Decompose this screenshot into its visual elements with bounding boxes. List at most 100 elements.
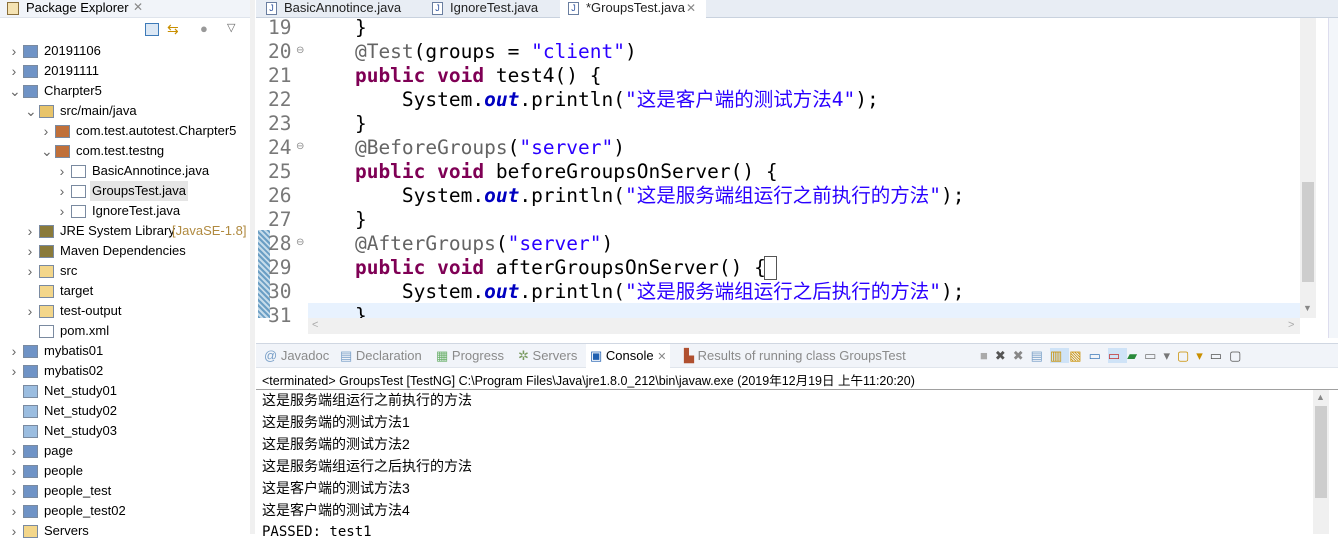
chevron-down-icon[interactable]: ⌄ bbox=[25, 101, 37, 121]
closed-project-icon bbox=[23, 405, 38, 418]
chevron-down-icon[interactable]: ⌄ bbox=[9, 81, 21, 101]
remove-launch-icon[interactable]: ✖ bbox=[995, 348, 1013, 363]
editor-hscrollbar[interactable]: < > bbox=[308, 318, 1300, 334]
chevron-right-icon[interactable]: › bbox=[57, 201, 67, 221]
terminate-icon[interactable]: ■ bbox=[980, 348, 995, 363]
pin-console-icon[interactable]: ▰ bbox=[1127, 348, 1144, 363]
tree-item[interactable]: › test-output bbox=[0, 301, 250, 321]
tree-item[interactable]: › BasicAnnotince.java bbox=[0, 161, 250, 181]
tab-ignoretest[interactable]: J IgnoreTest.java bbox=[424, 0, 558, 18]
console-vscrollbar[interactable]: ▲ bbox=[1313, 390, 1329, 534]
show-on-stdout-icon[interactable]: ▭ bbox=[1089, 348, 1108, 363]
closed-project-icon bbox=[23, 385, 38, 398]
maximize-icon[interactable]: ▢ bbox=[1229, 348, 1248, 363]
link-with-editor-icon[interactable]: ⇆ bbox=[167, 21, 179, 38]
chevron-right-icon[interactable]: › bbox=[9, 341, 19, 361]
chevron-right-icon[interactable]: › bbox=[9, 461, 19, 481]
tree-item[interactable]: ⌄ src/main/java bbox=[0, 101, 250, 121]
chevron-right-icon[interactable]: › bbox=[9, 361, 19, 381]
clear-console-icon[interactable]: ▤ bbox=[1031, 348, 1050, 363]
tree-item[interactable]: target bbox=[0, 281, 250, 301]
tree-item[interactable]: ⌄ Charpter5 bbox=[0, 81, 250, 101]
chevron-right-icon[interactable]: › bbox=[41, 121, 51, 141]
tab-groupstest[interactable]: J *GroupsTest.java ✕ bbox=[560, 0, 706, 18]
fold-icon[interactable]: ⊖ bbox=[296, 141, 304, 152]
close-tab-icon[interactable]: ✕ bbox=[686, 0, 696, 16]
tree-item[interactable]: › src bbox=[0, 261, 250, 281]
fold-icon[interactable]: ⊖ bbox=[296, 237, 304, 248]
tree-item[interactable]: › 20191111 bbox=[0, 61, 250, 81]
tree-item[interactable]: › people_test bbox=[0, 481, 250, 501]
tree-item[interactable]: Net_study03 bbox=[0, 421, 250, 441]
tree-item[interactable]: ⌄ com.test.testng bbox=[0, 141, 250, 161]
chevron-down-icon[interactable]: ⌄ bbox=[41, 141, 53, 161]
chevron-right-icon[interactable]: › bbox=[9, 481, 19, 501]
folder-icon bbox=[39, 305, 54, 318]
tree-item[interactable]: › people_test02 bbox=[0, 501, 250, 521]
show-on-stderr-icon[interactable]: ▭ bbox=[1107, 348, 1128, 363]
code-token: @AfterGroups bbox=[308, 232, 496, 255]
minimize-icon[interactable]: ▭ bbox=[1210, 348, 1229, 363]
line-number: 22 bbox=[268, 88, 292, 111]
code-token: ) bbox=[625, 40, 637, 63]
code-token: out bbox=[484, 184, 520, 207]
code-token: ); bbox=[941, 184, 965, 207]
collapse-all-icon[interactable] bbox=[145, 23, 159, 36]
scroll-lock-icon[interactable]: ▥ bbox=[1049, 348, 1070, 363]
chevron-right-icon[interactable]: › bbox=[9, 521, 19, 541]
tab-declaration[interactable]: ▤ Declaration bbox=[340, 348, 422, 364]
code-token: "这是服务端组运行之后执行的方法" bbox=[625, 280, 941, 303]
package-explorer-title: Package Explorer bbox=[26, 0, 129, 15]
console-line: 这是服务端组运行之前执行的方法 bbox=[262, 392, 472, 408]
tree-item[interactable]: › Servers bbox=[0, 521, 250, 541]
view-menu-icon[interactable]: ▽ bbox=[227, 21, 235, 34]
tree-item[interactable]: Net_study02 bbox=[0, 401, 250, 421]
tree-item[interactable]: › Maven Dependencies bbox=[0, 241, 250, 261]
close-tab-icon[interactable]: ✕ bbox=[657, 351, 666, 363]
tree-item[interactable]: › mybatis02 bbox=[0, 361, 250, 381]
tree-item[interactable]: › mybatis01 bbox=[0, 341, 250, 361]
tree-item[interactable]: › people bbox=[0, 461, 250, 481]
chevron-right-icon[interactable]: › bbox=[9, 41, 19, 61]
chevron-right-icon[interactable]: › bbox=[9, 61, 19, 81]
chevron-right-icon[interactable]: › bbox=[57, 181, 67, 201]
tree-item[interactable]: Net_study01 bbox=[0, 381, 250, 401]
tree-item-label: page bbox=[44, 443, 73, 458]
tree-item[interactable]: pom.xml bbox=[0, 321, 250, 341]
web-project-icon bbox=[23, 345, 38, 358]
tab-javadoc[interactable]: @ Javadoc bbox=[264, 348, 329, 363]
bracket-match-box bbox=[764, 256, 777, 280]
console-line: 这是服务端组运行之后执行的方法 bbox=[262, 458, 472, 474]
tab-servers[interactable]: ✲ Servers bbox=[518, 348, 577, 364]
chevron-right-icon[interactable]: › bbox=[25, 301, 35, 321]
remove-all-icon[interactable]: ✖ bbox=[1013, 348, 1031, 363]
console-line: 这是服务端的测试方法1 bbox=[262, 414, 410, 430]
source-folder-icon bbox=[39, 105, 54, 118]
tab-progress[interactable]: ▦ Progress bbox=[436, 348, 504, 364]
tree-item[interactable]: › JRE System Library [JavaSE-1.8] bbox=[0, 221, 250, 241]
focus-icon[interactable]: ● bbox=[200, 21, 208, 36]
close-view-icon[interactable]: ✕ bbox=[133, 0, 143, 14]
tree-scrollbar[interactable] bbox=[250, 0, 255, 534]
tab-testng-results[interactable]: ▙ Results of running class GroupsTest bbox=[684, 348, 906, 364]
code-token: out bbox=[484, 280, 520, 303]
tree-item[interactable]: › GroupsTest.java bbox=[0, 181, 250, 201]
word-wrap-icon[interactable]: ▧ bbox=[1069, 348, 1088, 363]
display-console-icon[interactable]: ▭▾ bbox=[1144, 348, 1177, 363]
chevron-right-icon[interactable]: › bbox=[9, 501, 19, 521]
editor-vscrollbar[interactable]: ▼ bbox=[1300, 18, 1316, 318]
tree-item[interactable]: › page bbox=[0, 441, 250, 461]
chevron-right-icon[interactable]: › bbox=[25, 241, 35, 261]
chevron-right-icon[interactable]: › bbox=[25, 221, 35, 241]
web-project-icon bbox=[23, 445, 38, 458]
open-console-icon[interactable]: ▢▾ bbox=[1177, 348, 1210, 363]
tree-item[interactable]: › 20191106 bbox=[0, 41, 250, 61]
code-token: } bbox=[308, 112, 367, 135]
fold-icon[interactable]: ⊖ bbox=[296, 45, 304, 56]
tree-item[interactable]: › com.test.autotest.Charpter5 bbox=[0, 121, 250, 141]
tree-item[interactable]: › IgnoreTest.java bbox=[0, 201, 250, 221]
chevron-right-icon[interactable]: › bbox=[57, 161, 67, 181]
tab-console[interactable]: ▣ Console ✕ bbox=[586, 344, 671, 368]
chevron-right-icon[interactable]: › bbox=[9, 441, 19, 461]
chevron-right-icon[interactable]: › bbox=[25, 261, 35, 281]
